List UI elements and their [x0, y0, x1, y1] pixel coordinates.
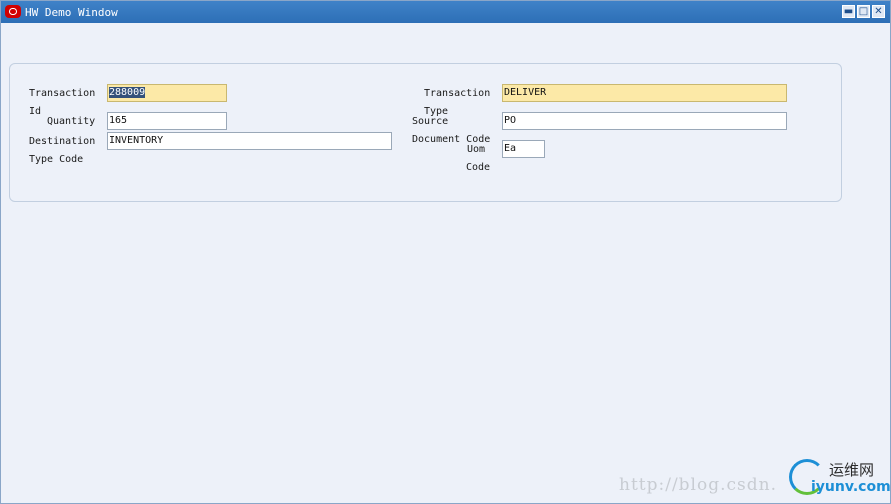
- quantity-label: Quantity: [47, 116, 96, 127]
- transaction-id-label-line2: Id: [29, 106, 42, 117]
- oracle-app-icon: [5, 5, 21, 18]
- source-document-code-label-line1: Source: [412, 116, 449, 127]
- destination-type-code-field[interactable]: INVENTORY: [107, 132, 392, 150]
- transaction-id-field[interactable]: 288009: [107, 84, 227, 102]
- destination-type-code-label-line2: Type Code: [29, 154, 84, 165]
- transaction-type-field[interactable]: DELIVER: [502, 84, 787, 102]
- minimize-button[interactable]: ▬: [842, 5, 855, 18]
- quantity-field[interactable]: 165: [107, 112, 227, 130]
- uom-code-label-line2: Code: [466, 162, 491, 173]
- transaction-id-value: 288009: [109, 87, 146, 98]
- window-controls: ▬ □ ✕: [842, 5, 885, 18]
- window-title: HW Demo Window: [25, 6, 118, 19]
- uom-code-field[interactable]: Ea: [502, 140, 545, 158]
- transaction-type-label-line1: Transaction: [424, 88, 491, 99]
- watermark-url: http://blog.csdn.: [619, 475, 777, 495]
- watermark-brand-en: iyunv.com: [811, 479, 891, 495]
- destination-type-code-label-line1: Destination: [29, 136, 96, 147]
- transaction-id-label-line1: Transaction: [29, 88, 96, 99]
- watermark-brand-cn: 运维网: [829, 461, 875, 479]
- maximize-button[interactable]: □: [857, 5, 870, 18]
- watermark-logo: 运维网 iyunv.com: [789, 457, 891, 501]
- source-document-code-field[interactable]: PO: [502, 112, 787, 130]
- close-button[interactable]: ✕: [872, 5, 885, 18]
- app-window: HW Demo Window ▬ □ ✕ Transaction Id 2880…: [0, 0, 891, 504]
- title-bar[interactable]: HW Demo Window ▬ □ ✕: [1, 1, 890, 23]
- uom-code-label-line1: Uom: [467, 144, 486, 155]
